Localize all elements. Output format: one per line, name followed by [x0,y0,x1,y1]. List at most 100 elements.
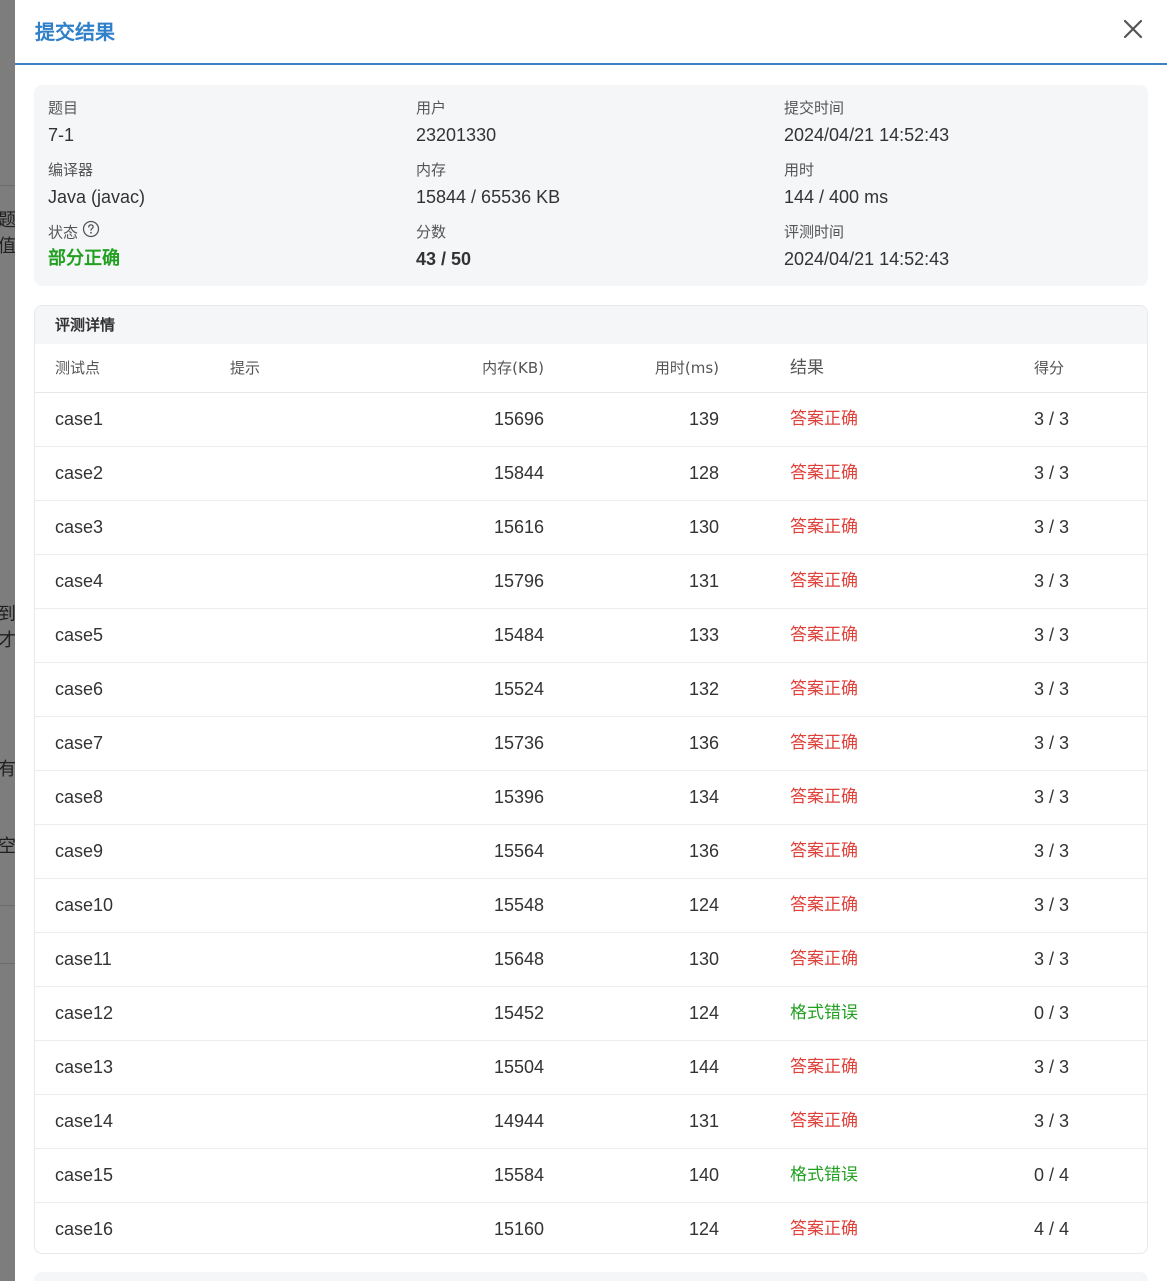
case-cell: case14 [55,1111,114,1131]
time-cell: 132 [688,679,719,699]
score-cell: 0 / 3 [1034,1003,1070,1023]
score-cell: 3 / 3 [1034,679,1070,699]
case-cell: case8 [55,787,104,807]
user-label: 用户 [416,99,447,117]
status-value: 部分正确 [48,248,120,269]
memory-cell: 15844 [493,463,544,483]
score-cell: 0 / 4 [1034,1165,1070,1185]
column-header-time: 用时(ms) [654,359,719,377]
case-cell: case13 [55,1057,114,1077]
table-row: case12 15452 124 格式错误 0 / 3 [35,987,1147,1041]
result-cell: 答案正确 [790,949,858,969]
score-cell: 4 / 4 [1034,1219,1070,1239]
result-cell: 答案正确 [790,733,858,753]
memory-cell: 15548 [493,895,544,915]
user-value: 23201330 [416,125,497,145]
result-cell: 答案正确 [790,841,858,861]
table-row: case2 15844 128 答案正确 3 / 3 [35,447,1147,501]
table-row: case4 15796 131 答案正确 3 / 3 [35,555,1147,609]
table-row: case6 15524 132 答案正确 3 / 3 [35,663,1147,717]
background-text-fragment: 题值 [0,210,15,257]
background-divider [0,963,15,964]
score-cell: 3 / 3 [1034,949,1070,969]
judge-details-table: 测试点 提示 内存(KB) 用时(ms) 结果 得分 case1 15696 139… [35,344,1147,1253]
table-row: case5 15484 133 答案正确 3 / 3 [35,609,1147,663]
score-cell: 3 / 3 [1034,895,1070,915]
memory-cell: 15484 [493,625,544,645]
column-header-memory: 内存(KB) [482,359,544,377]
case-cell: case1 [55,409,104,429]
case-cell: case10 [55,895,114,915]
info-submit-time: 提交时间 2024/04/21 14:52:43 [784,97,949,148]
background-divider [0,905,15,906]
memory-value: 15844 / 65536 KB [416,187,561,207]
result-cell: 答案正确 [790,679,858,699]
memory-cell: 15696 [493,409,544,429]
result-cell: 答案正确 [790,787,858,807]
memory-cell: 15648 [493,949,544,969]
judge-details-title: 评测详情 [35,306,1147,344]
result-cell: 答案正确 [790,463,858,483]
time-cell: 139 [688,409,719,429]
case-cell: case16 [55,1219,114,1239]
time-cell: 130 [688,949,719,969]
time-cell: 144 [688,1057,719,1077]
table-row: case1 15696 139 答案正确 3 / 3 [35,393,1147,447]
table-row: case10 15548 124 答案正确 3 / 3 [35,879,1147,933]
background-divider [0,185,15,186]
memory-cell: 15160 [493,1219,544,1239]
table-row: case14 14944 131 答案正确 3 / 3 [35,1095,1147,1149]
column-header-hint: 提示 [230,359,261,377]
memory-cell: 15796 [493,571,544,591]
time-label: 用时 [784,161,815,179]
info-score: 分数 43 / 50 [416,221,471,272]
close-icon [1123,19,1143,39]
case-cell: case5 [55,625,104,645]
time-value: 144 / 400 ms [784,187,889,207]
time-cell: 130 [688,517,719,537]
close-button[interactable] [1121,17,1145,41]
score-cell: 3 / 3 [1034,517,1070,537]
judge-details-card: 评测详情 测试点 提示 内存(KB) 用时(ms) 结果 得分 case1 156… [34,305,1148,1254]
score-label: 分数 [416,223,447,241]
score-cell: 3 / 3 [1034,625,1070,645]
table-row: case11 15648 130 答案正确 3 / 3 [35,933,1147,987]
time-cell: 124 [688,1003,719,1023]
compiler-value: Java (javac) [48,187,146,207]
memory-cell: 15452 [493,1003,544,1023]
case-cell: case3 [55,517,104,537]
memory-cell: 15584 [493,1165,544,1185]
case-cell: case4 [55,571,104,591]
memory-cell: 15564 [493,841,544,861]
case-cell: case6 [55,679,104,699]
submission-info-card: 题目 7-1 编译器 Java (javac) 状态 部分正确 用户 23201… [34,85,1148,286]
judge-time-label: 评测时间 [784,223,845,241]
table-row: case13 15504 144 答案正确 3 / 3 [35,1041,1147,1095]
table-row: case3 15616 130 答案正确 3 / 3 [35,501,1147,555]
table-body: case1 15696 139 答案正确 3 / 3 case2 15844 128 答案正确 3… [35,393,1147,1253]
time-cell: 133 [688,625,719,645]
table-row: case15 15584 140 格式错误 0 / 4 [35,1149,1147,1203]
info-user: 用户 23201330 [416,97,496,148]
submission-result-modal: 提交结果 题目 7-1 编译器 Java (javac) 状态 部分正确 用户 … [15,0,1167,1281]
table-row: case7 15736 136 答案正确 3 / 3 [35,717,1147,771]
result-cell: 格式错误 [790,1165,858,1185]
memory-label: 内存 [416,161,447,179]
score-value: 43 / 50 [416,249,472,269]
time-cell: 136 [688,733,719,753]
result-cell: 答案正确 [790,895,858,915]
time-cell: 134 [688,787,719,807]
case-cell: case9 [55,841,104,861]
memory-cell: 15504 [493,1057,544,1077]
result-cell: 答案正确 [790,1111,858,1131]
question-circle-icon[interactable] [82,220,100,244]
case-cell: case7 [55,733,104,753]
result-cell: 答案正确 [790,625,858,645]
info-compiler: 编译器 Java (javac) [48,159,145,210]
status-label-row: 状态 [48,220,120,244]
info-memory: 内存 15844 / 65536 KB [416,159,560,210]
score-cell: 3 / 3 [1034,787,1070,807]
score-cell: 3 / 3 [1034,571,1070,591]
case-cell: case12 [55,1003,114,1023]
time-cell: 124 [688,895,719,915]
